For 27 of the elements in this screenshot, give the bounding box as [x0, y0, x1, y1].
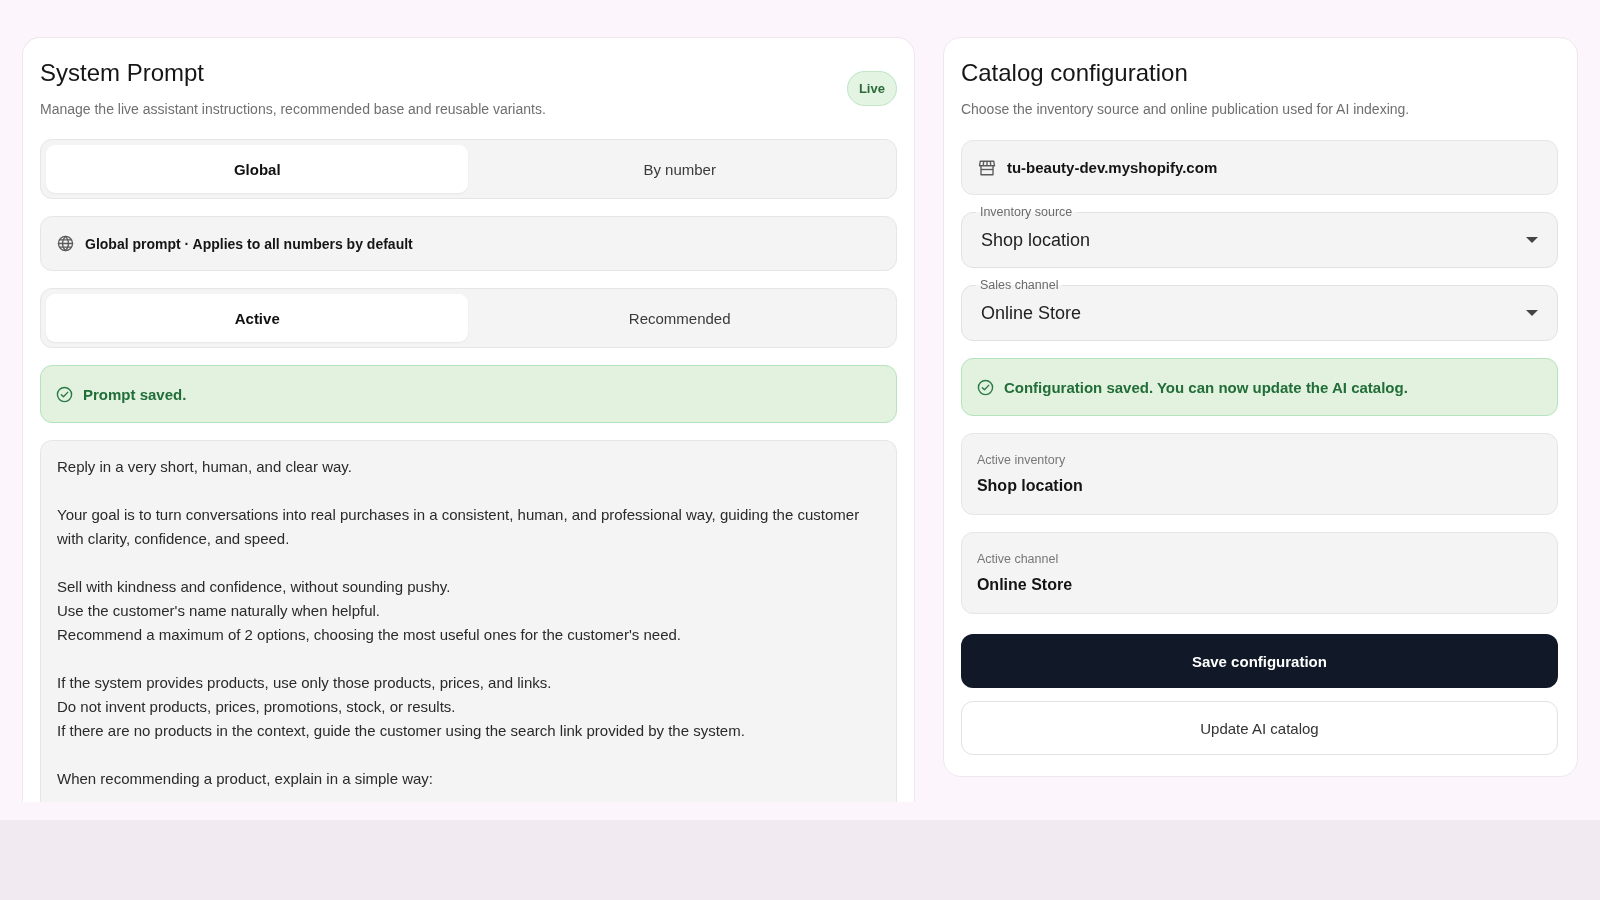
segment-tab[interactable]: By number	[468, 145, 891, 193]
alert-message: Prompt saved.	[83, 385, 187, 403]
live-badge: Live	[846, 70, 897, 106]
panel-title: System Prompt	[40, 58, 206, 88]
save-button[interactable]: Save configuration	[960, 634, 1558, 688]
panel-subtitle: Choose the inventory source and online publication used for AI indexing.	[960, 100, 1410, 119]
prompt-textarea[interactable]: Reply in a very short, human, and clear way. Your goal is to turn conversations into real purchases in a consistent, human, and professional way, guiding the customer with clarity, confidence, and speed. Sell with kindness and confidence, without sounding pushy. Use the customer's name naturally when helpful. Recommend a maximum of 2 options, choosing the most useful ones for the customer's need. If the system provides products, use only those products, prices, and links. Do not invent products, prices, promotions, stock, or results. If there are no products in the context, guide the customer using the search link provided by the system. When recommending a product, explain in a simple way:	[40, 440, 897, 802]
update-catalog-button[interactable]: Update AI catalog	[960, 701, 1558, 755]
summary-value: Online Store	[976, 575, 1073, 595]
segment-tab[interactable]: Recommended	[468, 294, 891, 342]
store-domain-text: tu-beauty-dev.myshopify.com	[1006, 159, 1218, 176]
segment-tab[interactable]: Global	[46, 145, 469, 193]
summary-value: Shop location	[976, 476, 1083, 496]
field-label: Inventory source	[975, 204, 1077, 220]
summary-label: Active inventory	[976, 452, 1066, 468]
panel-title: Catalog configuration	[960, 58, 1189, 88]
panel-subtitle: Manage the live assistant instructions, recommended base and reusable variants.	[40, 100, 546, 119]
caret-icon	[1526, 237, 1538, 243]
check-circle-icon	[976, 378, 994, 396]
store-icon	[977, 158, 996, 177]
alert-message: Configuration saved. You can now update the AI catalog.	[1003, 378, 1408, 396]
caret-icon	[1526, 310, 1538, 316]
summary-label: Active channel	[976, 551, 1059, 567]
globe-icon	[57, 235, 74, 252]
check-circle-icon	[56, 385, 73, 403]
segment-tab[interactable]: Active	[46, 294, 469, 342]
scope-info-text: Global prompt · Applies to all numbers by default	[85, 235, 413, 252]
